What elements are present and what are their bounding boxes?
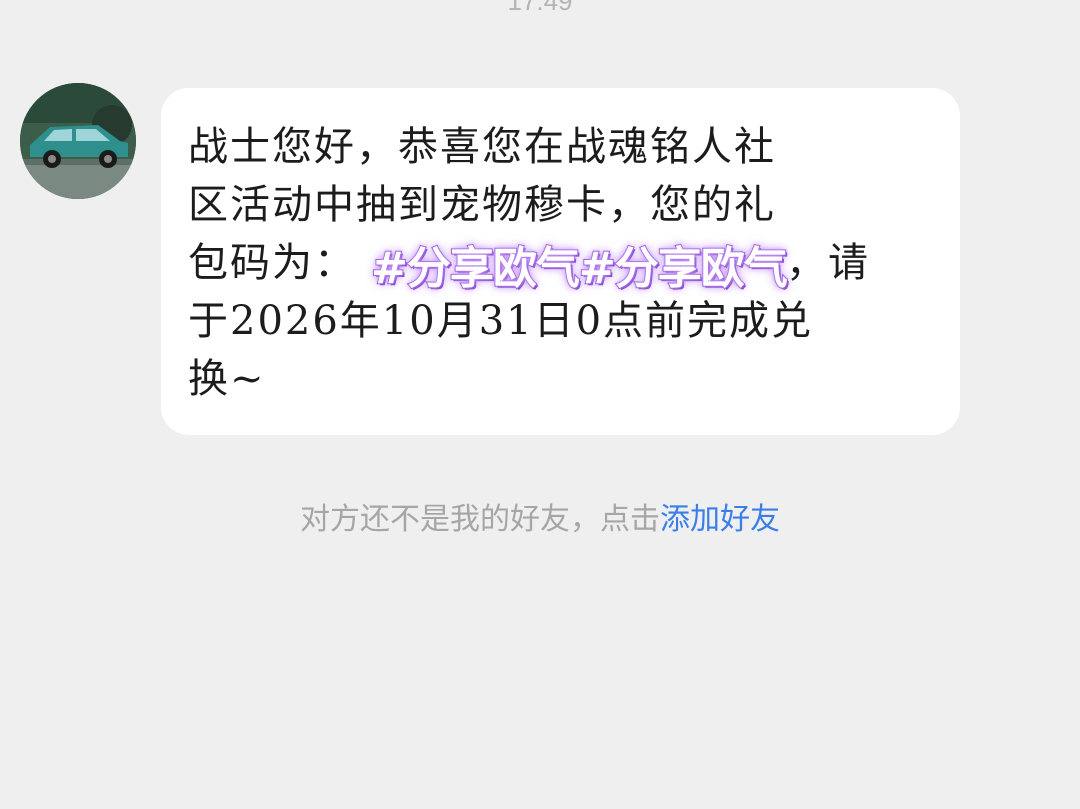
message-line-2: 区活动中抽到宠物穆卡，您的礼 — [188, 182, 776, 228]
message-line-4: 于2026年10月31日0点前完成兑 — [188, 298, 814, 344]
message-line-5: 换~ — [188, 356, 266, 402]
message-line-1: 战士您好，恭喜您在战魂铭人社 — [188, 124, 776, 170]
message-line-3-suffix: ，请 — [786, 240, 870, 286]
notice-text: 对方还不是我的好友，点击 — [300, 502, 660, 537]
message-line-3-prefix: 包码为： — [188, 240, 356, 286]
not-friend-notice: 对方还不是我的好友，点击添加好友 — [0, 494, 1080, 538]
hashtag-overlay: #分享欧气#分享欧气 — [370, 242, 789, 295]
add-friend-link[interactable]: 添加好友 — [660, 502, 780, 537]
car-avatar-icon — [20, 83, 136, 199]
sender-avatar[interactable] — [20, 83, 136, 199]
status-time: 17:49 — [507, 0, 573, 16]
